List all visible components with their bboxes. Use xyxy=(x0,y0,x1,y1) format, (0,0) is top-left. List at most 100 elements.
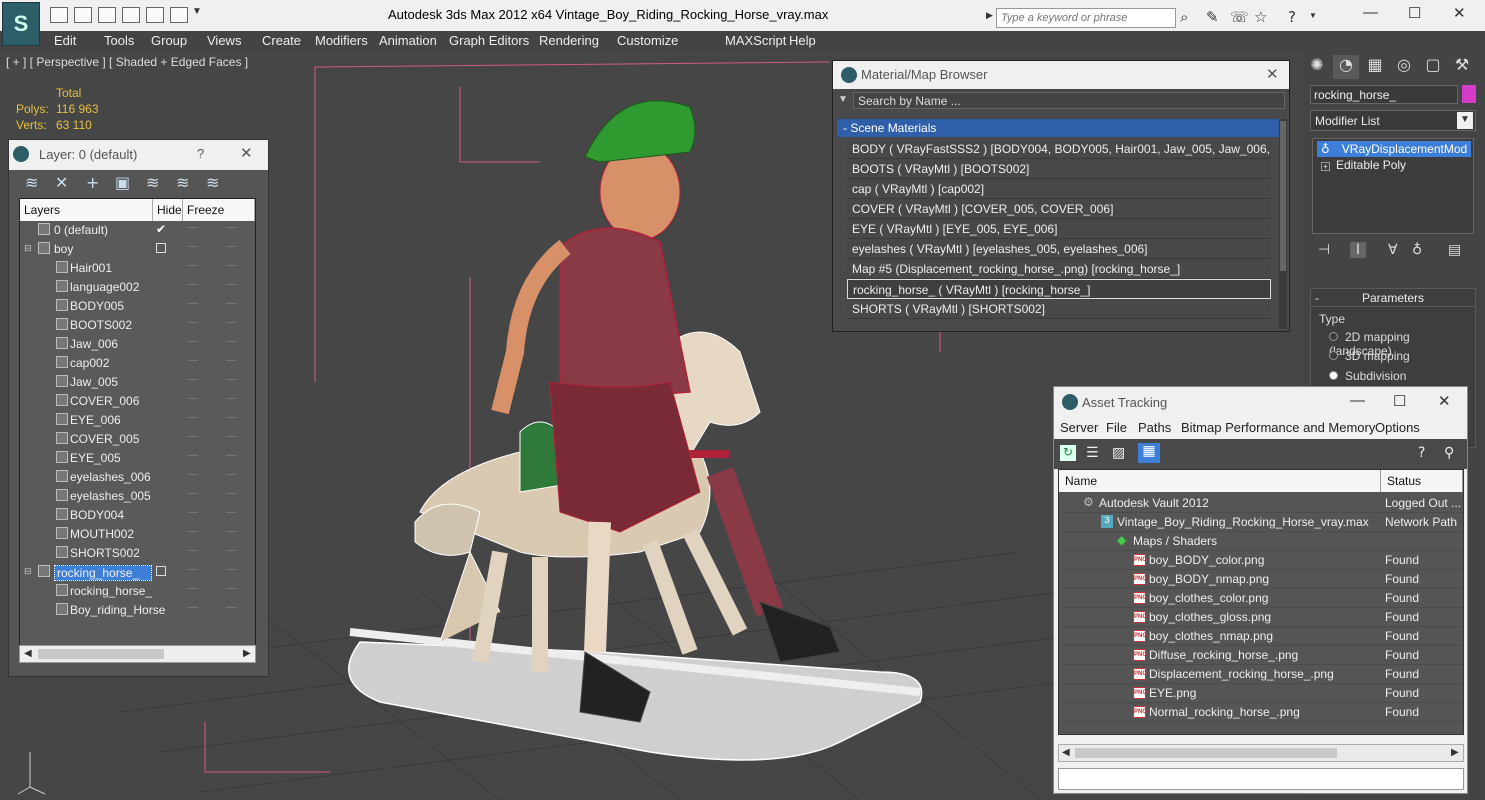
layer-row[interactable]: Jaw_006 — — xyxy=(20,335,255,354)
create-layer-icon[interactable]: ≋ xyxy=(25,173,38,192)
layer-row[interactable]: rocking_horse_ — — xyxy=(20,582,255,601)
remove-modifier-icon[interactable]: ♁ xyxy=(1412,242,1422,258)
menu-server[interactable]: Server xyxy=(1060,420,1098,435)
hide-toggle[interactable]: — xyxy=(188,355,198,366)
set-current-layer-box[interactable] xyxy=(156,566,166,576)
parameters-header[interactable]: - Parameters xyxy=(1311,289,1475,307)
collapse-icon[interactable]: - xyxy=(1315,291,1319,305)
asset-row[interactable]: ◆ Maps / Shaders xyxy=(1059,532,1463,551)
chevron-down-icon[interactable]: ▼ xyxy=(1457,112,1473,129)
hide-toggle[interactable]: — xyxy=(188,393,198,404)
scroll-thumb[interactable] xyxy=(38,649,164,659)
hide-toggle[interactable]: — xyxy=(188,412,198,423)
freeze-all-layers-icon[interactable]: ≋ xyxy=(206,173,219,192)
show-end-result-icon[interactable]: Ⅰ xyxy=(1350,242,1366,258)
radio-3d-mapping[interactable]: 3D mapping xyxy=(1329,349,1410,363)
search-input[interactable] xyxy=(996,8,1176,28)
configure-sets-icon[interactable]: ▤ xyxy=(1448,242,1461,258)
menu-maxscript[interactable]: MAXScript xyxy=(725,33,786,48)
display-tab-icon[interactable]: ▢ xyxy=(1420,55,1446,79)
layer-row[interactable]: EYE_006 — — xyxy=(20,411,255,430)
motion-tab-icon[interactable]: ◎ xyxy=(1391,55,1417,79)
redo-icon[interactable] xyxy=(170,7,188,23)
stack-item-vraydisplacementmod[interactable]: ♁ VRayDisplacementMod xyxy=(1317,141,1471,157)
asset-row[interactable]: PNG boy_clothes_nmap.png Found xyxy=(1059,627,1463,646)
freeze-toggle[interactable]: — xyxy=(226,374,236,385)
minimize-icon[interactable]: — xyxy=(1350,392,1365,409)
column-header-status[interactable]: Status xyxy=(1381,470,1463,492)
material-browser-titlebar[interactable]: Material/Map Browser ✕ xyxy=(833,61,1289,89)
material-row[interactable]: EYE ( VRayMtl ) [EYE_005, EYE_006] xyxy=(847,219,1271,239)
table-view-icon[interactable]: ▦ xyxy=(1138,443,1160,463)
add-to-layer-icon[interactable]: + xyxy=(86,173,99,192)
scroll-thumb[interactable] xyxy=(1075,748,1337,758)
hold-icon[interactable] xyxy=(122,7,140,23)
hide-toggle[interactable]: — xyxy=(188,260,198,271)
current-layer-check-icon[interactable]: ✔ xyxy=(156,222,166,236)
freeze-toggle[interactable]: — xyxy=(226,602,236,613)
asset-row[interactable]: PNG boy_clothes_gloss.png Found xyxy=(1059,608,1463,627)
collapse-icon[interactable]: ⊟ xyxy=(24,566,32,577)
material-list-scrollbar[interactable] xyxy=(1279,119,1287,329)
layer-row[interactable]: ⊟ rocking_horse_ — — xyxy=(20,563,255,582)
tools-icon[interactable]: ✎ xyxy=(1206,8,1219,26)
pin-stack-icon[interactable]: ⊣ xyxy=(1318,242,1330,258)
menu-paths[interactable]: Paths xyxy=(1138,420,1171,435)
hierarchy-tab-icon[interactable]: ▦ xyxy=(1362,55,1388,79)
modify-tab-icon[interactable]: ◔ xyxy=(1333,55,1359,79)
material-row[interactable]: BODY ( VRayFastSSS2 ) [BODY004, BODY005,… xyxy=(847,139,1271,159)
hide-toggle[interactable]: — xyxy=(188,317,198,328)
stack-item-editable-poly[interactable]: + Editable Poly xyxy=(1317,157,1471,173)
hide-toggle[interactable]: — xyxy=(188,545,198,556)
material-row[interactable]: SHORTS ( VRayMtl ) [SHORTS002] xyxy=(847,299,1271,319)
utilities-tab-icon[interactable]: ⚒ xyxy=(1449,55,1475,79)
menu-views[interactable]: Views xyxy=(207,33,241,48)
menu-bitmap-performance[interactable]: Bitmap Performance and Memory xyxy=(1181,420,1375,435)
save-file-icon[interactable] xyxy=(74,7,92,23)
hide-toggle[interactable]: — xyxy=(188,279,198,290)
layer-row[interactable]: Hair001 — — xyxy=(20,259,255,278)
layer-row[interactable]: eyelashes_005 — — xyxy=(20,487,255,506)
layer-row[interactable]: language002 — — xyxy=(20,278,255,297)
menu-modifiers[interactable]: Modifiers xyxy=(315,33,368,48)
scene-materials-header[interactable]: - Scene Materials xyxy=(837,119,1279,137)
menu-customize[interactable]: Customize xyxy=(617,33,678,48)
layer-manager-titlebar[interactable]: Layer: 0 (default) ? ✕ xyxy=(9,140,268,170)
layer-row[interactable]: COVER_005 — — xyxy=(20,430,255,449)
minimize-icon[interactable]: — xyxy=(1363,4,1378,21)
column-header-name[interactable]: Name xyxy=(1059,470,1381,492)
hide-toggle[interactable]: — xyxy=(188,507,198,518)
material-row[interactable]: cap ( VRayMtl ) [cap002] xyxy=(847,179,1271,199)
freeze-toggle[interactable]: — xyxy=(226,583,236,594)
scroll-left-icon[interactable]: ◀ xyxy=(1062,747,1070,758)
menu-help[interactable]: Help xyxy=(789,33,816,48)
hide-toggle[interactable]: — xyxy=(188,564,198,575)
scroll-thumb[interactable] xyxy=(1280,121,1286,271)
hide-toggle[interactable]: — xyxy=(188,488,198,499)
freeze-toggle[interactable]: — xyxy=(226,469,236,480)
freeze-toggle[interactable]: — xyxy=(226,526,236,537)
asset-row[interactable]: PNG Displacement_rocking_horse_.png Found xyxy=(1059,665,1463,684)
hide-all-layers-icon[interactable]: ≋ xyxy=(176,173,189,192)
freeze-toggle[interactable]: — xyxy=(226,545,236,556)
menu-group[interactable]: Group xyxy=(151,33,187,48)
object-name-field[interactable]: rocking_horse_ xyxy=(1310,85,1458,104)
menu-create[interactable]: Create xyxy=(262,33,301,48)
material-row[interactable]: rocking_horse_ ( VRayMtl ) [rocking_hors… xyxy=(847,279,1271,299)
lightbulb-icon[interactable]: ♁ xyxy=(1321,142,1330,156)
asset-row[interactable]: ⚙ Autodesk Vault 2012 Logged Out ... xyxy=(1059,494,1463,513)
hide-toggle[interactable]: — xyxy=(188,602,198,613)
freeze-toggle[interactable]: — xyxy=(226,450,236,461)
quick-access-dropdown-icon[interactable]: ▼ xyxy=(192,6,202,17)
maximize-icon[interactable]: ☐ xyxy=(1408,4,1421,22)
asset-row[interactable]: PNG Normal_rocking_horse_.png Found xyxy=(1059,703,1463,722)
asset-row[interactable]: PNG boy_BODY_color.png Found xyxy=(1059,551,1463,570)
highlight-layer-icon[interactable]: ≋ xyxy=(146,173,159,192)
scroll-right-icon[interactable]: ▶ xyxy=(243,648,251,659)
viewport-label[interactable]: [ + ] [ Perspective ] [ Shaded + Edged F… xyxy=(6,55,248,69)
hide-toggle[interactable]: — xyxy=(188,222,198,233)
freeze-toggle[interactable]: — xyxy=(226,317,236,328)
hide-toggle[interactable]: — xyxy=(188,450,198,461)
help-icon[interactable]: ? xyxy=(1288,8,1296,26)
undo-icon[interactable] xyxy=(146,7,164,23)
